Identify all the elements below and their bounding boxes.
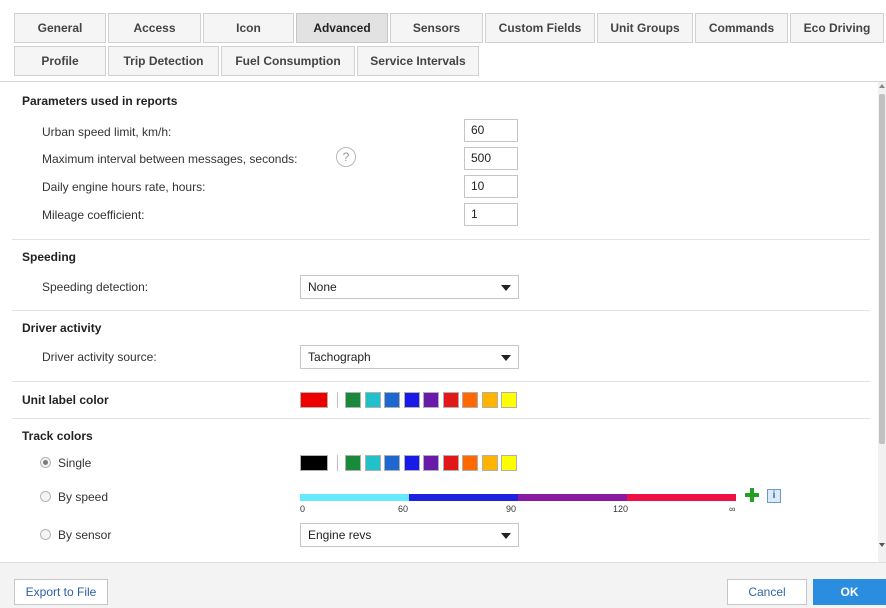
unit-label-color-title: Unit label color xyxy=(22,393,109,407)
speed-color-bar[interactable] xyxy=(300,494,737,501)
speed-tick: 120 xyxy=(613,504,629,514)
section-divider xyxy=(12,418,870,419)
color-swatch[interactable] xyxy=(501,455,517,471)
speed-range-segment[interactable] xyxy=(300,494,409,501)
urban-speed-input[interactable]: 60 xyxy=(464,119,518,142)
engine-hours-label: Daily engine hours rate, hours: xyxy=(42,180,206,194)
color-swatch[interactable] xyxy=(403,455,420,471)
sensor-value: Engine revs xyxy=(308,528,372,542)
by-sensor-label: By sensor xyxy=(58,528,112,542)
driver-activity-source-value: Tachograph xyxy=(308,350,371,364)
speed-range-segment[interactable] xyxy=(518,494,627,501)
tab-bar: General Access Icon Advanced Sensors Cus… xyxy=(0,0,886,82)
tab-sensors[interactable]: Sensors xyxy=(390,13,483,43)
scrollbar-thumb[interactable] xyxy=(879,94,885,444)
urban-speed-label: Urban speed limit, km/h: xyxy=(42,125,172,139)
tab-general[interactable]: General xyxy=(14,13,106,43)
scroll-down-arrow-icon[interactable] xyxy=(879,543,885,547)
tab-icon[interactable]: Icon xyxy=(203,13,294,43)
export-to-file-button[interactable]: Export to File xyxy=(14,579,108,605)
tab-trip-detection[interactable]: Trip Detection xyxy=(108,46,219,76)
single-track-current-color[interactable] xyxy=(300,455,328,471)
color-swatch[interactable] xyxy=(501,392,517,408)
single-label: Single xyxy=(58,456,92,470)
speeding-detection-select[interactable]: None xyxy=(300,275,519,299)
tab-eco-driving[interactable]: Eco Driving xyxy=(790,13,884,43)
palette-separator xyxy=(337,392,338,408)
speed-tick: 60 xyxy=(398,504,409,514)
max-interval-label: Maximum interval between messages, secon… xyxy=(42,152,298,166)
tab-service-intervals[interactable]: Service Intervals xyxy=(357,46,479,76)
color-swatch[interactable] xyxy=(384,392,400,408)
sensor-select[interactable]: Engine revs xyxy=(300,523,519,547)
max-interval-input[interactable]: 500 xyxy=(464,147,518,170)
by-speed-label: By speed xyxy=(58,490,109,504)
color-swatch[interactable] xyxy=(384,455,400,471)
speed-range-segment[interactable] xyxy=(627,494,736,501)
speed-tick: 90 xyxy=(506,504,517,514)
speeding-detection-label: Speeding detection: xyxy=(42,280,149,294)
driver-activity-section-title: Driver activity xyxy=(22,321,102,335)
by-speed-radio[interactable] xyxy=(40,491,51,502)
tab-profile[interactable]: Profile xyxy=(14,46,106,76)
color-swatch[interactable] xyxy=(442,455,459,471)
color-swatch[interactable] xyxy=(423,392,439,408)
plus-icon[interactable] xyxy=(744,487,760,503)
section-divider xyxy=(12,310,870,311)
driver-activity-source-label: Driver activity source: xyxy=(42,350,157,364)
driver-activity-source-select[interactable]: Tachograph xyxy=(300,345,519,369)
color-swatch[interactable] xyxy=(403,392,420,408)
chevron-down-icon xyxy=(501,533,511,539)
scroll-up-arrow-icon[interactable] xyxy=(879,84,885,88)
single-radio[interactable] xyxy=(40,457,51,468)
section-divider xyxy=(12,239,870,240)
color-swatch[interactable] xyxy=(462,392,478,408)
tab-commands[interactable]: Commands xyxy=(695,13,788,43)
tab-access[interactable]: Access xyxy=(108,13,201,43)
by-sensor-radio[interactable] xyxy=(40,529,51,540)
speed-tick: ∞ xyxy=(729,504,736,514)
vertical-scrollbar[interactable] xyxy=(878,82,886,562)
unit-label-current-color[interactable] xyxy=(300,392,328,408)
dialog-footer: Export to File Cancel OK xyxy=(0,562,886,608)
tab-fuel-consumption[interactable]: Fuel Consumption xyxy=(221,46,355,76)
speeding-section-title: Speeding xyxy=(22,250,77,264)
chevron-down-icon xyxy=(501,355,511,361)
color-swatch[interactable] xyxy=(481,392,498,408)
color-swatch[interactable] xyxy=(462,455,478,471)
tab-custom-fields[interactable]: Custom Fields xyxy=(485,13,595,43)
color-swatch[interactable] xyxy=(364,455,381,471)
track-colors-title: Track colors xyxy=(22,429,93,443)
help-icon[interactable]: ? xyxy=(336,147,356,167)
palette-separator xyxy=(337,455,338,471)
cancel-button[interactable]: Cancel xyxy=(727,579,807,605)
parameters-section-title: Parameters used in reports xyxy=(22,94,178,108)
ok-button[interactable]: OK xyxy=(813,579,886,605)
mileage-coefficient-label: Mileage coefficient: xyxy=(42,208,145,222)
chevron-down-icon xyxy=(501,285,511,291)
info-icon[interactable]: i xyxy=(767,489,781,503)
advanced-settings-panel: Parameters used in reports Urban speed l… xyxy=(0,82,878,562)
color-swatch[interactable] xyxy=(364,392,381,408)
speed-range-segment[interactable] xyxy=(409,494,518,501)
engine-hours-input[interactable]: 10 xyxy=(464,175,518,198)
tab-advanced[interactable]: Advanced xyxy=(296,13,388,43)
speed-tick: 0 xyxy=(300,504,306,514)
mileage-coefficient-input[interactable]: 1 xyxy=(464,203,518,226)
color-swatch[interactable] xyxy=(345,392,361,408)
color-swatch[interactable] xyxy=(423,455,439,471)
tab-unit-groups[interactable]: Unit Groups xyxy=(597,13,693,43)
color-swatch[interactable] xyxy=(345,455,361,471)
section-divider xyxy=(12,381,870,382)
color-swatch[interactable] xyxy=(481,455,498,471)
speeding-detection-value: None xyxy=(308,280,337,294)
color-swatch[interactable] xyxy=(442,392,459,408)
